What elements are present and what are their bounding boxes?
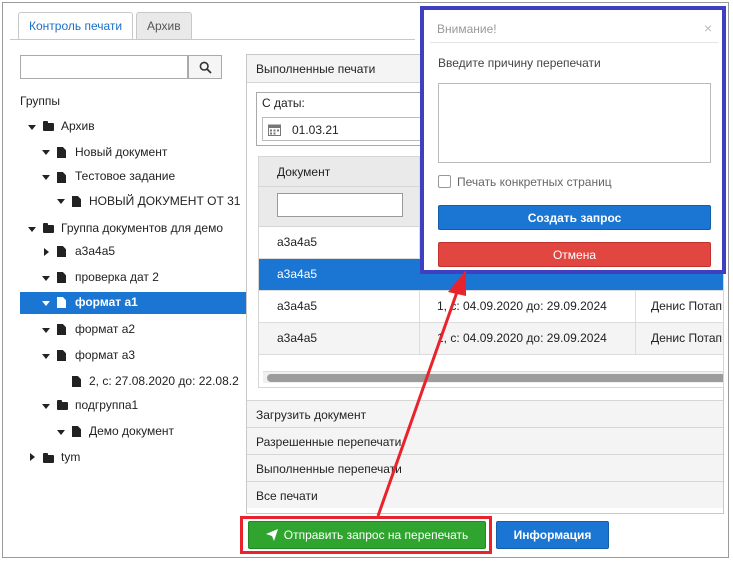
tree-item-date-check-2[interactable]: проверка дат 2 bbox=[75, 270, 159, 284]
date-from-field[interactable]: 01.03.21 bbox=[262, 117, 422, 141]
chevron-down-icon[interactable] bbox=[57, 430, 65, 435]
cell-document: а3а4а5 bbox=[277, 267, 318, 281]
tree-item-a3a4a5[interactable]: а3а4а5 bbox=[75, 244, 115, 258]
send-reprint-request-button[interactable]: Отправить запрос на перепечать bbox=[248, 521, 486, 549]
chevron-right-icon[interactable] bbox=[44, 248, 49, 256]
cell-user: Денис Потап bbox=[651, 331, 723, 345]
folder-icon bbox=[43, 223, 54, 233]
tree-item-format-a1[interactable]: формат а1 bbox=[75, 295, 138, 309]
paper-plane-icon bbox=[265, 529, 278, 541]
dialog-title: Внимание! bbox=[437, 22, 497, 36]
close-icon[interactable]: × bbox=[704, 20, 712, 36]
accordion-allowed-reprints[interactable]: Разрешенные перепечати bbox=[247, 427, 723, 454]
cell-document: а3а4а5 bbox=[277, 235, 318, 249]
panel-title: Выполненные печати bbox=[256, 62, 376, 76]
send-button-label: Отправить запрос на перепечать bbox=[283, 528, 469, 542]
tabs-divider bbox=[10, 39, 415, 40]
create-button-label: Создать запрос bbox=[527, 210, 622, 225]
tree-item-archive[interactable]: Архив bbox=[61, 119, 95, 133]
folder-icon bbox=[43, 121, 54, 131]
cancel-button[interactable]: Отмена bbox=[438, 242, 711, 267]
create-request-button[interactable]: Создать запрос bbox=[438, 205, 711, 230]
tab-print-control[interactable]: Контроль печати bbox=[18, 12, 134, 40]
tree-item-demo-group[interactable]: Группа документов для демо bbox=[61, 221, 223, 235]
tab-label: Контроль печати bbox=[29, 19, 123, 33]
chevron-down-icon[interactable] bbox=[28, 227, 36, 232]
cell-document: а3а4а5 bbox=[277, 299, 318, 313]
cell-period: 1, с: 04.09.2020 до: 29.09.2024 bbox=[437, 331, 607, 345]
folder-icon bbox=[57, 400, 68, 410]
chevron-down-icon[interactable] bbox=[28, 125, 36, 130]
chevron-down-icon[interactable] bbox=[42, 301, 50, 306]
tree-item-format-a3[interactable]: формат а3 bbox=[75, 348, 135, 362]
tree-item-tym[interactable]: tym bbox=[61, 450, 80, 464]
dialog-divider bbox=[430, 42, 718, 43]
search-input[interactable] bbox=[20, 55, 188, 79]
tab-archive[interactable]: Архив bbox=[136, 12, 192, 39]
cell-document: а3а4а5 bbox=[277, 331, 318, 345]
column-header-document[interactable]: Документ bbox=[277, 165, 330, 179]
chevron-down-icon[interactable] bbox=[42, 328, 50, 333]
accordion-completed-reprints[interactable]: Выполненные перепечати bbox=[247, 454, 723, 481]
calendar-icon bbox=[268, 124, 281, 136]
chevron-down-icon[interactable] bbox=[57, 199, 65, 204]
cell-user: Денис Потап bbox=[651, 299, 723, 313]
folder-icon bbox=[43, 453, 54, 463]
specific-pages-checkbox[interactable] bbox=[438, 175, 451, 188]
information-button[interactable]: Информация bbox=[496, 521, 609, 549]
tree-item-demo-document[interactable]: Демо документ bbox=[89, 424, 174, 438]
chevron-down-icon[interactable] bbox=[42, 404, 50, 409]
table-row[interactable]: а3а4а5 1, с: 04.09.2020 до: 29.09.2024 Д… bbox=[259, 291, 723, 323]
reprint-reason-textarea[interactable] bbox=[438, 83, 711, 163]
search-icon bbox=[199, 61, 212, 74]
date-from-label: С даты: bbox=[262, 96, 305, 110]
chevron-right-icon[interactable] bbox=[30, 453, 35, 461]
date-from-value: 01.03.21 bbox=[292, 123, 339, 137]
info-button-label: Информация bbox=[513, 528, 592, 542]
scrollbar-thumb[interactable] bbox=[267, 374, 723, 382]
chevron-down-icon[interactable] bbox=[42, 354, 50, 359]
cell-period: 1, с: 04.09.2020 до: 29.09.2024 bbox=[437, 299, 607, 313]
accordion-label: Выполненные перепечати bbox=[256, 462, 402, 476]
chevron-down-icon[interactable] bbox=[42, 175, 50, 180]
dialog-prompt: Введите причину перепечати bbox=[438, 56, 601, 70]
tree-item-new-document[interactable]: Новый документ bbox=[75, 145, 167, 159]
search-button[interactable] bbox=[188, 55, 222, 79]
tree-item-format-a2[interactable]: формат а2 bbox=[75, 322, 135, 336]
chevron-down-icon[interactable] bbox=[42, 276, 50, 281]
specific-pages-label[interactable]: Печать конкретных страниц bbox=[457, 175, 612, 189]
table-row[interactable]: а3а4а5 1, с: 04.09.2020 до: 29.09.2024 Д… bbox=[259, 323, 723, 355]
horizontal-scrollbar[interactable] bbox=[263, 371, 723, 383]
cancel-button-label: Отмена bbox=[552, 247, 597, 262]
accordion-upload-document[interactable]: Загрузить документ bbox=[247, 400, 723, 427]
tree-item-print-record[interactable]: 2, с: 27.08.2020 до: 22.08.2 bbox=[89, 374, 239, 388]
tree-item-test-task[interactable]: Тестовое задание bbox=[75, 169, 175, 183]
tab-label: Архив bbox=[147, 19, 181, 33]
accordion-label: Загрузить документ bbox=[256, 408, 367, 422]
tree-item-new-document-31[interactable]: НОВЫЙ ДОКУМЕНТ ОТ 31 bbox=[89, 194, 240, 208]
accordion-all-prints[interactable]: Все печати bbox=[247, 481, 723, 508]
chevron-down-icon[interactable] bbox=[42, 150, 50, 155]
tree-item-subgroup1[interactable]: подгруппа1 bbox=[75, 398, 138, 412]
document-filter-input[interactable] bbox=[277, 193, 403, 217]
accordion-label: Разрешенные перепечати bbox=[256, 435, 402, 449]
groups-label: Группы bbox=[20, 94, 60, 108]
accordion-label: Все печати bbox=[256, 489, 318, 503]
